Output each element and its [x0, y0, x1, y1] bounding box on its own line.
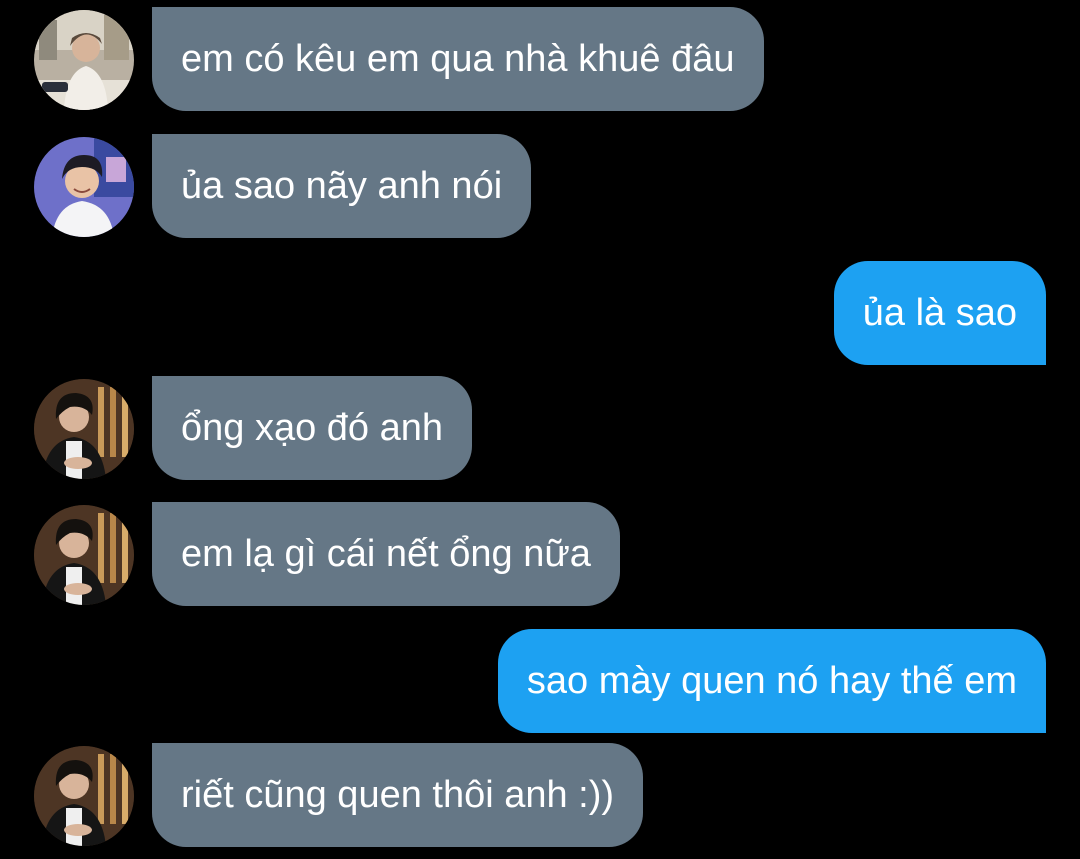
message-bubble-outgoing[interactable]: ủa là sao — [833, 261, 1046, 365]
avatar-photo — [34, 137, 134, 237]
avatar[interactable] — [34, 137, 134, 237]
avatar-photo — [34, 10, 134, 110]
avatar[interactable] — [34, 10, 134, 110]
avatar-photo — [34, 379, 134, 479]
message-bubble-incoming[interactable]: ổng xạo đó anh — [152, 376, 473, 480]
message-bubble-outgoing[interactable]: sao mày quen nó hay thế em — [497, 629, 1046, 733]
avatar[interactable] — [34, 379, 134, 479]
message-bubble-incoming[interactable]: em lạ gì cái nết ổng nữa — [152, 502, 620, 606]
message-bubble-incoming[interactable]: riết cũng quen thôi anh :)) — [152, 743, 644, 847]
avatar[interactable] — [34, 746, 134, 846]
avatar-photo — [34, 505, 134, 605]
message-bubble-incoming[interactable]: ủa sao nãy anh nói — [152, 134, 532, 238]
message-bubble-incoming[interactable]: em có kêu em qua nhà khuê đâu — [152, 7, 764, 111]
avatar-photo — [34, 746, 134, 846]
avatar[interactable] — [34, 505, 134, 605]
